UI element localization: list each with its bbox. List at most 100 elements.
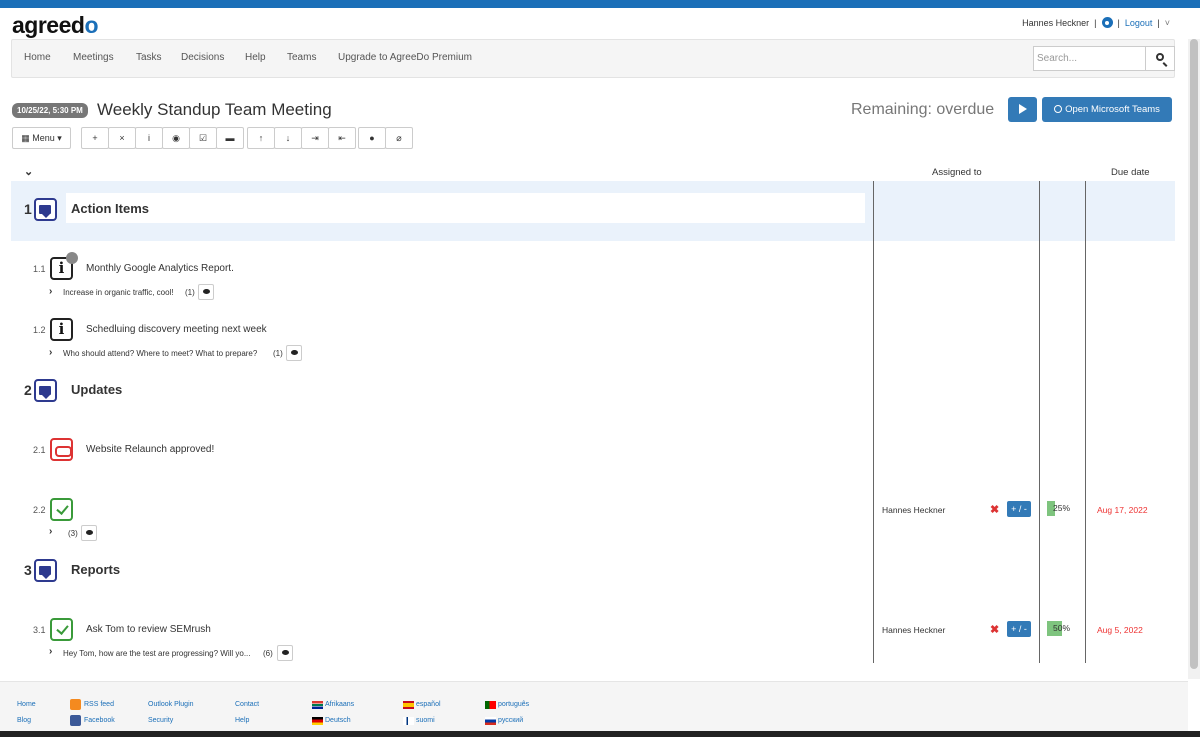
- indent-icon[interactable]: ⇥: [301, 127, 329, 149]
- lang-afrikaans[interactable]: Afrikaans: [325, 701, 354, 708]
- folder-icon[interactable]: [34, 559, 57, 582]
- info-icon[interactable]: i: [135, 127, 163, 149]
- task-check-icon[interactable]: [50, 498, 73, 521]
- collapse-all-chevron-icon[interactable]: ⌄: [24, 165, 33, 178]
- menu-dropdown-button[interactable]: ▦ Menu ▾: [12, 127, 71, 149]
- item-description: Increase in organic traffic, cool!: [63, 288, 174, 297]
- info-item-icon[interactable]: i: [50, 318, 73, 341]
- column-divider: [1085, 181, 1086, 663]
- progress-label: 50%: [1053, 623, 1071, 633]
- comment-icon[interactable]: [198, 284, 214, 300]
- footer-link-help[interactable]: Help: [235, 717, 249, 724]
- progress-bar[interactable]: 50%: [1047, 621, 1071, 636]
- add-icon[interactable]: +: [81, 127, 109, 149]
- search-input[interactable]: Search...: [1033, 46, 1146, 71]
- eye-icon[interactable]: ◉: [162, 127, 190, 149]
- assignee-name[interactable]: Hannes Heckner: [882, 505, 945, 515]
- decision-handshake-icon[interactable]: [50, 438, 73, 461]
- item-title[interactable]: Schedluing discovery meeting next week: [86, 324, 267, 335]
- footer-link-facebook[interactable]: Facebook: [84, 717, 115, 724]
- flag-es-icon: [403, 701, 414, 709]
- item-title[interactable]: Website Relaunch approved!: [86, 444, 214, 455]
- nav-meetings[interactable]: Meetings: [73, 52, 114, 63]
- expand-chevron-icon[interactable]: ›: [49, 286, 52, 297]
- attachment-icon[interactable]: ⌀: [385, 127, 413, 149]
- lang-suomi[interactable]: suomi: [416, 717, 435, 724]
- lang-russian[interactable]: русский: [498, 717, 523, 724]
- section-title-editor[interactable]: [66, 193, 865, 223]
- remove-assignee-icon[interactable]: ✖: [990, 503, 999, 516]
- nav-home[interactable]: Home: [24, 52, 51, 63]
- nav-teams[interactable]: Teams: [287, 52, 316, 63]
- search-button[interactable]: [1145, 46, 1175, 71]
- attachment-icon[interactable]: [66, 252, 78, 264]
- footer-link-contact[interactable]: Contact: [235, 701, 259, 708]
- expand-chevron-icon[interactable]: ›: [49, 347, 52, 358]
- nav-tasks[interactable]: Tasks: [136, 52, 162, 63]
- expand-chevron-icon[interactable]: ›: [49, 526, 52, 537]
- search-icon: [1156, 53, 1164, 61]
- lang-deutsch[interactable]: Deutsch: [325, 717, 351, 724]
- comment-count: (6): [263, 649, 273, 658]
- folder-icon[interactable]: [34, 198, 57, 221]
- page-scrollbar[interactable]: [1188, 39, 1200, 679]
- section-title[interactable]: Action Items: [71, 201, 149, 216]
- column-due-date: Due date: [1111, 167, 1150, 178]
- scrollbar-thumb[interactable]: [1190, 39, 1198, 669]
- remove-assignee-icon[interactable]: ✖: [990, 623, 999, 636]
- due-date[interactable]: Aug 17, 2022: [1097, 505, 1148, 515]
- item-title[interactable]: Monthly Google Analytics Report.: [86, 263, 234, 274]
- nav-upgrade[interactable]: Upgrade to AgreeDo Premium: [338, 52, 472, 63]
- flag-fi-icon: [403, 717, 414, 725]
- assign-toggle-button[interactable]: + / -: [1007, 621, 1031, 637]
- comment-icon[interactable]: [81, 525, 97, 541]
- footer-link-rss[interactable]: RSS feed: [84, 701, 114, 708]
- item-number: 1.2: [33, 325, 46, 335]
- teams-icon: [1054, 105, 1063, 113]
- footer-link-blog[interactable]: Blog: [17, 717, 31, 724]
- lang-espanol[interactable]: español: [416, 701, 441, 708]
- task-check-icon[interactable]: [50, 618, 73, 641]
- outdent-icon[interactable]: ⇤: [328, 127, 356, 149]
- nav-decisions[interactable]: Decisions: [181, 52, 224, 63]
- folder-icon[interactable]: [34, 379, 57, 402]
- section-title[interactable]: Updates: [71, 382, 122, 397]
- delete-icon[interactable]: ×: [108, 127, 136, 149]
- footer-link-security[interactable]: Security: [148, 717, 173, 724]
- chevron-down-icon[interactable]: ˅: [1165, 18, 1170, 28]
- assign-toggle-button[interactable]: + / -: [1007, 501, 1031, 517]
- arrow-down-icon[interactable]: ↓: [274, 127, 302, 149]
- comment-icon[interactable]: [277, 645, 293, 661]
- header: agreedo Hannes Heckner | | Logout | ˅: [0, 8, 1200, 39]
- agreedo-logo[interactable]: agreedo: [12, 12, 98, 39]
- open-teams-button[interactable]: Open Microsoft Teams: [1042, 97, 1172, 122]
- item-number: 1.1: [33, 264, 46, 274]
- task-icon[interactable]: ☑: [189, 127, 217, 149]
- user-menu: Hannes Heckner | | Logout | ˅: [1022, 17, 1170, 28]
- progress-label: 25%: [1053, 503, 1071, 513]
- user-name[interactable]: Hannes Heckner: [1022, 18, 1089, 28]
- start-meeting-button[interactable]: [1008, 97, 1037, 122]
- arrow-up-icon[interactable]: ↑: [247, 127, 275, 149]
- comment-icon[interactable]: [286, 345, 302, 361]
- gear-icon[interactable]: [1101, 17, 1113, 28]
- due-date[interactable]: Aug 5, 2022: [1097, 625, 1143, 635]
- folder-icon[interactable]: ▬: [216, 127, 244, 149]
- footer-link-outlook[interactable]: Outlook Plugin: [148, 701, 194, 708]
- lang-portugues[interactable]: português: [498, 701, 529, 708]
- item-number: 2.1: [33, 445, 46, 455]
- logout-link[interactable]: Logout: [1125, 18, 1153, 28]
- meeting-title[interactable]: Weekly Standup Team Meeting: [97, 100, 332, 120]
- main-navigation: Home Meetings Tasks Decisions Help Teams…: [11, 39, 1175, 78]
- footer-link-home[interactable]: Home: [17, 701, 36, 708]
- expand-chevron-icon[interactable]: ›: [49, 646, 52, 657]
- comment-icon[interactable]: ●: [358, 127, 386, 149]
- section-title[interactable]: Reports: [71, 562, 120, 577]
- progress-bar[interactable]: 25%: [1047, 501, 1071, 516]
- assignee-name[interactable]: Hannes Heckner: [882, 625, 945, 635]
- item-title[interactable]: Ask Tom to review SEMrush: [86, 624, 211, 635]
- item-description: Hey Tom, how are the test are progressin…: [63, 649, 251, 658]
- nav-help[interactable]: Help: [245, 52, 266, 63]
- top-accent-bar: [0, 0, 1200, 8]
- section-number: 1: [24, 201, 32, 217]
